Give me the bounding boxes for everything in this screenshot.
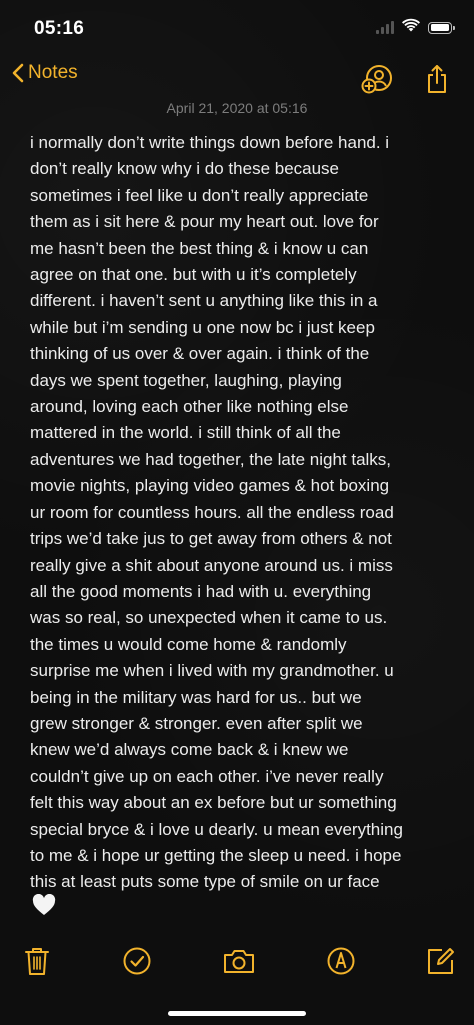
share-button[interactable]: [420, 62, 454, 96]
share-icon: [428, 65, 446, 93]
add-people-button[interactable]: [360, 62, 394, 96]
note-line: ur room for countless hours. all the end…: [30, 502, 394, 522]
markup-button[interactable]: [324, 944, 358, 978]
status-bar: 05:16: [0, 0, 474, 56]
compose-icon: [428, 948, 454, 974]
note-line: felt this way about an ex before but ur …: [30, 793, 397, 813]
bottom-toolbar: [0, 940, 474, 984]
back-label: Notes: [28, 62, 78, 83]
delete-button[interactable]: [20, 944, 54, 978]
note-line: surprise me when i lived with my grandmo…: [30, 661, 394, 681]
navigation-bar: Notes: [0, 56, 474, 100]
note-line: grew stronger & stronger. even after spl…: [30, 713, 363, 733]
note-line: this at least puts some type of smile on…: [30, 872, 380, 892]
note-line: to me & i hope ur getting the sleep u ne…: [30, 845, 402, 865]
note-line: the times u would come home & randomly: [30, 634, 347, 654]
note-line: movie nights, playing video games & hot …: [30, 476, 390, 496]
cellular-signal-icon: [376, 21, 394, 34]
markup-icon: [327, 947, 355, 975]
status-time: 05:16: [34, 18, 85, 39]
note-line: knew we’d always come back & i knew we: [30, 740, 349, 760]
white-heart-icon: [32, 893, 56, 921]
note-line: don’t really know why i do these because: [30, 159, 340, 179]
note-line: days we spent together, laughing, playin…: [30, 370, 342, 390]
note-line: while but i’m sending u one now bc i jus…: [30, 317, 375, 337]
note-line: being in the military was hard for us.. …: [30, 687, 362, 707]
note-line: different. i haven’t sent u anything lik…: [30, 291, 378, 311]
note-date: April 21, 2020 at 05:16: [166, 100, 308, 116]
note-line: trips we’d take jus to get away from oth…: [30, 529, 392, 549]
note-line: agree on that one. but with u it’s compl…: [30, 265, 357, 285]
note-line: mattered in the world. i still think of …: [30, 423, 341, 443]
chevron-left-icon: [12, 63, 24, 83]
note-line: all the good moments i had with u. every…: [30, 581, 372, 601]
status-icons: [376, 18, 455, 37]
note-line: sometimes i feel like u don’t really app…: [30, 185, 369, 205]
trash-icon: [25, 948, 49, 975]
note-line: special bryce & i love u dearly. u mean …: [30, 819, 403, 839]
note-line: adventures we had together, the late nig…: [30, 449, 392, 469]
camera-icon: [224, 950, 254, 973]
checklist-icon: [123, 947, 151, 975]
compose-button[interactable]: [424, 944, 458, 978]
back-button[interactable]: Notes: [12, 62, 78, 84]
camera-button[interactable]: [222, 944, 256, 978]
note-line: really give a shit about anyone around u…: [30, 555, 393, 575]
add-person-icon: [361, 65, 392, 94]
checklist-button[interactable]: [120, 944, 154, 978]
note-body[interactable]: i normally don’t write things down befor…: [30, 130, 456, 896]
note-line: couldn’t give up on each other. i’ve nev…: [30, 766, 384, 786]
note-line: thinking of us over & over again. i thin…: [30, 344, 370, 364]
note-line: was so real, so unexpected when it came …: [30, 608, 388, 628]
note-line: them as i sit here & pour my heart out. …: [30, 212, 379, 232]
note-line: around, loving each other like nothing e…: [30, 397, 349, 417]
home-indicator[interactable]: [168, 1011, 306, 1016]
wifi-icon: [402, 18, 420, 37]
note-line: me hasn’t been the best thing & i know u…: [30, 238, 369, 258]
note-line: i normally don’t write things down befor…: [30, 133, 390, 152]
battery-icon: [428, 21, 455, 34]
